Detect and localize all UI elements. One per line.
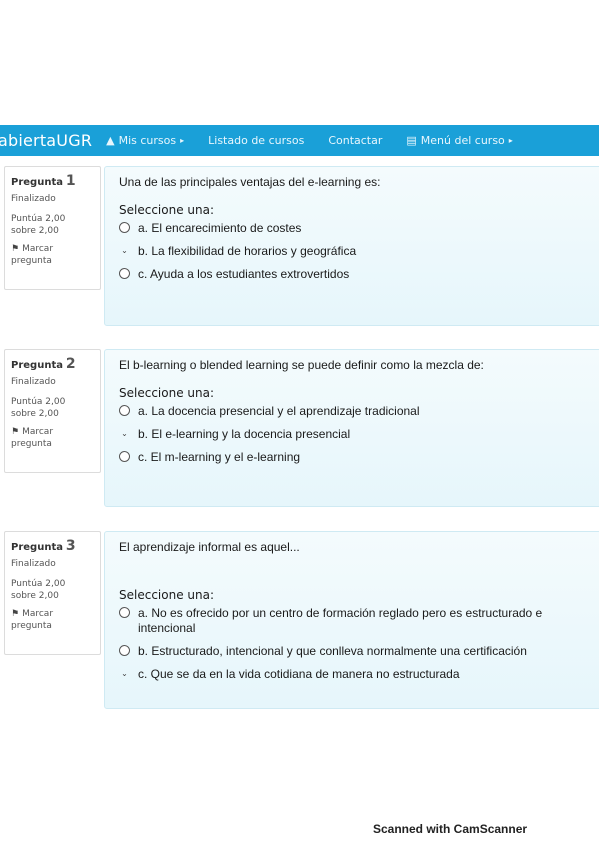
answer-option[interactable]: c. El m-learning y el e-learning — [119, 450, 589, 465]
answer-option[interactable]: ⌄ b. El e-learning y la docencia presenc… — [119, 427, 589, 442]
answer-option[interactable]: ⌄ c. Que se da en la vida cotidiana de m… — [119, 667, 589, 682]
question-number: 1 — [65, 173, 76, 189]
book-icon: ▤ — [406, 134, 417, 147]
checked-radio-icon[interactable]: ⌄ — [119, 245, 130, 256]
question-score-1: Puntúa 2,00 — [11, 214, 66, 224]
flag-question-link[interactable]: ⚑ Marcar pregunta — [11, 426, 94, 450]
answer-text: b. Estructurado, intencional y que conll… — [138, 644, 527, 658]
answer-text: c. Ayuda a los estudiantes extrovertidos — [138, 267, 350, 281]
question-label: Pregunta — [11, 360, 63, 371]
nav-menu-curso[interactable]: ▤ Menú del curso ▸ — [406, 134, 512, 147]
question-number: 2 — [65, 356, 76, 372]
question-score-2: sobre 2,00 — [11, 409, 59, 419]
flag-icon: ⚑ — [11, 609, 20, 619]
answer-prompt: Seleccione una: — [119, 588, 214, 602]
answer-text: a. El encarecimiento de costes — [138, 221, 302, 235]
flag-label-1: Marcar — [22, 244, 54, 254]
top-navbar: abiertaUGR ▲ Mis cursos ▸ Listado de cur… — [0, 125, 599, 156]
answer-prompt: Seleccione una: — [119, 203, 214, 217]
flag-question-link[interactable]: ⚑ Marcar pregunta — [11, 243, 94, 267]
answer-text: c. Que se da en la vida cotidiana de man… — [138, 667, 460, 681]
question-heading: Pregunta 1 — [11, 173, 94, 189]
nav-mis-cursos[interactable]: ▲ Mis cursos ▸ — [106, 134, 184, 147]
nav-contactar[interactable]: Contactar — [328, 134, 382, 147]
radio-button[interactable] — [119, 268, 130, 279]
answer-text: a. La docencia presencial y el aprendiza… — [138, 404, 420, 418]
answer-option[interactable]: ⌄ b. La flexibilidad de horarios y geogr… — [119, 244, 589, 259]
question-score-1: Puntúa 2,00 — [11, 397, 66, 407]
caret-right-icon: ▸ — [508, 136, 513, 145]
nav-listado-cursos[interactable]: Listado de cursos — [208, 134, 304, 147]
question-label: Pregunta — [11, 177, 63, 188]
scanner-watermark: Scanned with CamScanner — [373, 822, 528, 836]
question-content-2: El b-learning o blended learning se pued… — [104, 349, 599, 507]
checked-radio-icon[interactable]: ⌄ — [119, 668, 130, 679]
question-text: El b-learning o blended learning se pued… — [119, 358, 484, 372]
question-score-2: sobre 2,00 — [11, 226, 59, 236]
mortarboard-icon: ▲ — [106, 134, 115, 147]
radio-button[interactable] — [119, 451, 130, 462]
answer-text: c. El m-learning y el e-learning — [138, 450, 301, 464]
flag-label-1: Marcar — [22, 609, 54, 619]
question-text: El aprendizaje informal es aquel... — [119, 540, 300, 554]
answer-option[interactable]: a. No es ofrecido por un centro de forma… — [119, 606, 589, 636]
radio-button[interactable] — [119, 405, 130, 416]
answer-option[interactable]: b. Estructurado, intencional y que conll… — [119, 644, 589, 659]
question-score-1: Puntúa 2,00 — [11, 579, 66, 589]
radio-button[interactable] — [119, 222, 130, 233]
question-text: Una de las principales ventajas del e-le… — [119, 175, 381, 189]
answer-text: a. No es ofrecido por un centro de forma… — [138, 606, 543, 635]
question-info-2: Pregunta 2 Finalizado Puntúa 2,00 sobre … — [4, 349, 101, 473]
question-score-2: sobre 2,00 — [11, 591, 59, 601]
radio-button[interactable] — [119, 645, 130, 656]
flag-icon: ⚑ — [11, 427, 20, 437]
flag-label-2: pregunta — [11, 439, 52, 449]
caret-right-icon: ▸ — [180, 136, 185, 145]
question-label: Pregunta — [11, 542, 63, 553]
question-heading: Pregunta 2 — [11, 356, 94, 372]
flag-label-2: pregunta — [11, 256, 52, 266]
nav-menu-curso-label: Menú del curso — [420, 134, 505, 147]
flag-icon: ⚑ — [11, 244, 20, 254]
answer-option[interactable]: a. La docencia presencial y el aprendiza… — [119, 404, 589, 419]
radio-button[interactable] — [119, 607, 130, 618]
answer-text: b. El e-learning y la docencia presencia… — [138, 427, 351, 441]
flag-label-2: pregunta — [11, 621, 52, 631]
answer-option[interactable]: c. Ayuda a los estudiantes extrovertidos — [119, 267, 589, 282]
question-status: Finalizado — [11, 377, 56, 387]
question-status: Finalizado — [11, 194, 56, 204]
question-info-3: Pregunta 3 Finalizado Puntúa 2,00 sobre … — [4, 531, 101, 655]
question-heading: Pregunta 3 — [11, 538, 94, 554]
flag-label-1: Marcar — [22, 427, 54, 437]
question-status: Finalizado — [11, 559, 56, 569]
question-content-1: Una de las principales ventajas del e-le… — [104, 166, 599, 326]
flag-question-link[interactable]: ⚑ Marcar pregunta — [11, 608, 94, 632]
answer-prompt: Seleccione una: — [119, 386, 214, 400]
site-brand[interactable]: abiertaUGR — [0, 131, 92, 150]
question-info-1: Pregunta 1 Finalizado Puntúa 2,00 sobre … — [4, 166, 101, 290]
answer-option[interactable]: a. El encarecimiento de costes — [119, 221, 589, 236]
question-number: 3 — [65, 538, 76, 554]
checked-radio-icon[interactable]: ⌄ — [119, 428, 130, 439]
question-content-3: El aprendizaje informal es aquel... Sele… — [104, 531, 599, 709]
nav-mis-cursos-label: Mis cursos — [118, 134, 177, 147]
answer-text: b. La flexibilidad de horarios y geográf… — [138, 244, 357, 258]
